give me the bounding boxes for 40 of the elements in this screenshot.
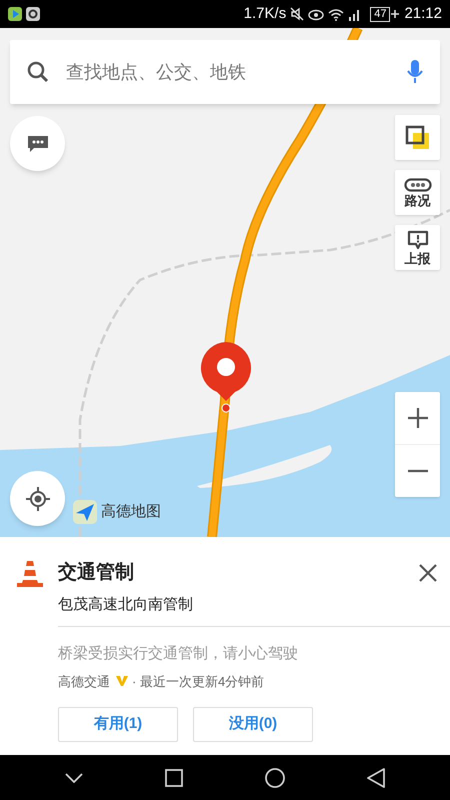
map-control-button[interactable] [395,115,440,160]
square-icon[interactable] [165,768,183,786]
search-bar[interactable]: 查找地点、公交、地铁 [10,40,440,104]
feedback-button[interactable]: 有用(1) [58,707,178,742]
logo-icon [73,500,97,524]
logo-text: 高德地图 [101,502,161,522]
app-icon [26,7,40,21]
minus-icon [408,469,428,473]
notice-subtitle: 包茂高速北向南管制 [58,594,194,614]
report-icon [406,230,428,250]
chevron-down-icon[interactable] [65,772,83,782]
map-control-button[interactable]: 路况 [395,170,440,215]
layers-icon [404,124,430,150]
locate-icon [26,486,50,510]
source-name: 高德交通 [58,672,110,690]
traffic-cone-icon [16,559,44,588]
map-control-button[interactable]: 上报 [395,225,440,270]
notice-title: 交通管制 [58,560,134,585]
traffic-icon [404,178,432,192]
network-speed: 1.7K/s [244,4,286,24]
app-icon [8,7,22,21]
clock: 21:12 [404,4,442,24]
back-triangle-icon[interactable] [367,768,385,788]
battery-level: 47 [370,6,390,22]
circle-icon[interactable] [265,768,285,788]
update-time: · 最近一次更新4分钟前 [132,672,264,690]
mute-icon [290,7,304,21]
plus-icon [408,408,428,428]
feedback-button[interactable]: 没用(0) [193,707,313,742]
map-pin-icon [199,341,253,413]
wifi-icon [328,8,344,20]
search-icon [26,60,50,84]
microphone-icon[interactable] [406,59,424,85]
notice-description: 桥梁受损实行交通管制，请小心驾驶 [58,644,299,664]
close-icon [419,564,437,582]
charging-icon [390,9,400,19]
eye-icon [308,7,324,21]
chat-icon [26,134,48,152]
verified-icon [116,675,128,688]
search-field[interactable]: 查找地点、公交、地铁 [66,58,406,86]
